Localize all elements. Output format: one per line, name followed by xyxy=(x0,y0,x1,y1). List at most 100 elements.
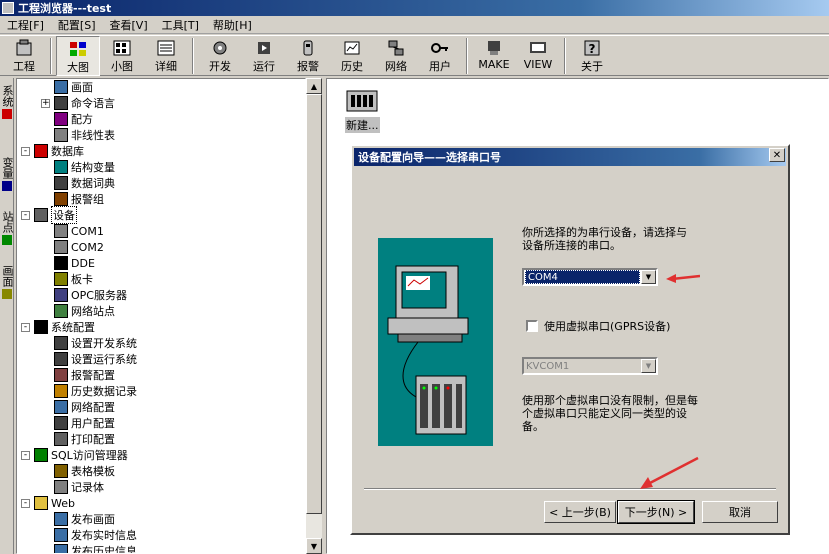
toolbar-large-icons-button[interactable]: 大图 xyxy=(56,36,100,76)
toolbar-develop-button[interactable]: 开发 xyxy=(198,36,242,76)
tree-item[interactable]: - 设备 xyxy=(21,206,77,224)
new-device-item[interactable]: 新建... xyxy=(345,85,380,133)
toolbar-network-button[interactable]: 网络 xyxy=(374,36,418,76)
tree-item[interactable]: 用户配置 xyxy=(41,415,115,431)
menu-config[interactable]: 配置[S] xyxy=(51,17,103,33)
virtual-port-checkbox[interactable] xyxy=(526,320,538,332)
tree-item[interactable]: 画面 xyxy=(41,79,93,95)
tree-item[interactable]: - 系统配置 xyxy=(21,319,95,335)
menu-tools[interactable]: 工具[T] xyxy=(155,17,206,33)
toolbar-small-icons-button[interactable]: 小图 xyxy=(100,36,144,76)
large-icons-icon xyxy=(67,39,89,59)
tree-item-label: 画面 xyxy=(71,81,93,94)
tree-item[interactable]: - SQL访问管理器 xyxy=(21,447,128,463)
chevron-down-icon[interactable]: ▼ xyxy=(641,359,656,373)
menu-view[interactable]: 查看[V] xyxy=(103,17,155,33)
project-tree[interactable]: 画面 + 命令语言配方非线性表 - 数据库 结构变量 数据词典 报警组 - 设备 COM1 COM2 D… xyxy=(16,78,306,554)
tree-scrollbar[interactable]: ▲ ▼ xyxy=(306,78,322,554)
tree-item[interactable]: COM1 xyxy=(41,223,104,239)
tree-item[interactable]: 发布历史信息 xyxy=(41,543,137,553)
tree-item[interactable]: 数据词典 xyxy=(41,175,115,191)
tree-item[interactable]: OPC服务器 xyxy=(41,287,127,303)
collapse-icon[interactable]: - xyxy=(21,322,30,332)
tree-item[interactable]: - 数据库 xyxy=(21,143,84,159)
tree-item[interactable]: 打印配置 xyxy=(41,431,115,447)
side-tabs: 系统 变量 站点 画面 xyxy=(0,78,14,554)
tree-item[interactable]: 历史数据记录 xyxy=(41,383,137,399)
user-config-icon xyxy=(54,416,68,430)
tab-sites[interactable]: 站点 xyxy=(0,204,14,252)
tree-item[interactable]: 报警配置 xyxy=(41,367,115,383)
project-icon xyxy=(13,38,35,58)
collapse-icon[interactable]: - xyxy=(21,146,30,156)
menu-project[interactable]: 工程[F] xyxy=(0,17,51,33)
develop-icon xyxy=(209,38,231,58)
scroll-down-button[interactable]: ▼ xyxy=(306,538,322,554)
toolbar-about-button[interactable]: ? 关于 xyxy=(570,36,614,76)
tree-item[interactable]: + 命令语言 xyxy=(41,95,115,111)
tree-item[interactable]: 网络站点 xyxy=(41,303,115,319)
card-icon xyxy=(54,272,68,286)
tree-item-label: 打印配置 xyxy=(71,433,115,446)
view-icon xyxy=(527,38,549,58)
tree-item-label: 表格模板 xyxy=(71,465,115,478)
tree-item[interactable]: 报警组 xyxy=(41,191,104,207)
tree-item[interactable]: 表格模板 xyxy=(41,463,115,479)
tree-item-label: 配方 xyxy=(71,113,93,126)
tree-item-label: 设置运行系统 xyxy=(71,353,137,366)
cancel-button[interactable]: 取消 xyxy=(702,501,778,523)
tree-item[interactable]: - Web xyxy=(21,495,75,511)
about-icon: ? xyxy=(581,38,603,58)
toolbar-run-button[interactable]: 运行 xyxy=(242,36,286,76)
tree-item-label: 板卡 xyxy=(71,273,93,286)
tree-item[interactable]: 发布画面 xyxy=(41,511,115,527)
collapse-icon[interactable]: - xyxy=(21,498,30,508)
toolbar-details-button[interactable]: 详细 xyxy=(144,36,188,76)
scroll-thumb[interactable] xyxy=(306,94,322,514)
tree-item[interactable]: COM2 xyxy=(41,239,104,255)
tree-item[interactable]: 设置运行系统 xyxy=(41,351,137,367)
next-button[interactable]: 下一步(N) > xyxy=(617,500,695,524)
screens-tab-icon xyxy=(2,289,12,299)
scroll-up-button[interactable]: ▲ xyxy=(306,78,322,94)
collapse-icon[interactable]: - xyxy=(21,210,30,220)
tree-item[interactable]: 网络配置 xyxy=(41,399,115,415)
tab-system[interactable]: 系统 xyxy=(0,84,14,120)
menu-help[interactable]: 帮助[H] xyxy=(206,17,259,33)
tree-item[interactable]: 板卡 xyxy=(41,271,93,287)
tree-item[interactable]: 配方 xyxy=(41,111,93,127)
toolbar-alarm-button[interactable]: 报警 xyxy=(286,36,330,76)
database-icon xyxy=(34,144,48,158)
virtual-port-select[interactable]: KVCOM1 ▼ xyxy=(522,357,658,375)
make-icon xyxy=(483,38,505,58)
toolbar-user-button[interactable]: 用户 xyxy=(418,36,462,76)
dialog-title: 设备配置向导——选择串口号 xyxy=(358,151,501,164)
setting-icon xyxy=(54,336,68,350)
tree-item[interactable]: 设置开发系统 xyxy=(41,335,137,351)
dictionary-icon xyxy=(54,176,68,190)
print-icon xyxy=(54,432,68,446)
struct-icon xyxy=(54,160,68,174)
tree-item[interactable]: 记录体 xyxy=(41,479,104,495)
prev-button[interactable]: < 上一步(B) xyxy=(544,501,616,523)
com-port-icon xyxy=(54,240,68,254)
tab-variables[interactable]: 变量 xyxy=(0,150,14,198)
tree-item[interactable]: 结构变量 xyxy=(41,159,115,175)
tree-item[interactable]: 非线性表 xyxy=(41,127,115,143)
chevron-down-icon[interactable]: ▼ xyxy=(641,270,656,284)
tree-item-label: 非线性表 xyxy=(71,129,115,142)
tab-screens[interactable]: 画面 xyxy=(0,258,14,306)
system-tab-icon xyxy=(2,109,12,119)
toolbar-project-button[interactable]: 工程 xyxy=(2,36,46,76)
collapse-icon[interactable]: - xyxy=(21,450,30,460)
toolbar: 工程 大图 小图 详细 开发 运行 报警 历史 网络 用户 MAKE VIEW … xyxy=(0,35,829,76)
expand-icon[interactable]: + xyxy=(41,98,50,108)
toolbar-history-button[interactable]: 历史 xyxy=(330,36,374,76)
toolbar-view-button[interactable]: VIEW xyxy=(516,36,560,76)
com-port-select[interactable]: COM4 ▼ xyxy=(522,268,658,286)
tree-item[interactable]: 发布实时信息 xyxy=(41,527,137,543)
alarm-group-icon xyxy=(54,192,68,206)
tree-item[interactable]: DDE xyxy=(41,255,95,271)
dialog-close-button[interactable]: ✕ xyxy=(769,148,785,162)
toolbar-make-button[interactable]: MAKE xyxy=(472,36,516,76)
